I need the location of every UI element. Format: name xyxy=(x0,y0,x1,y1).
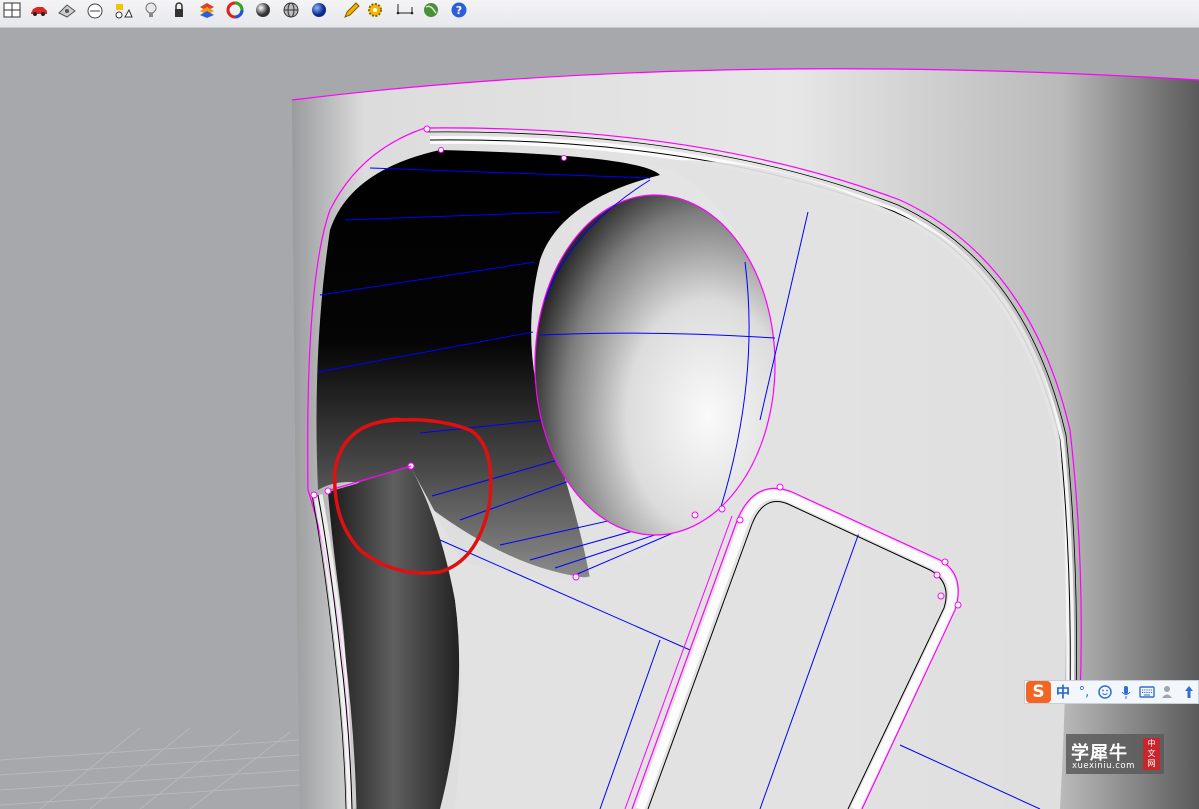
eye-map-icon[interactable] xyxy=(56,0,78,20)
construction-grid xyxy=(0,727,301,809)
earth-globe-icon[interactable] xyxy=(420,0,442,20)
blue-sphere-icon[interactable] xyxy=(308,0,330,20)
layer-stack-icon[interactable] xyxy=(196,0,218,20)
microphone-icon[interactable] xyxy=(1117,681,1135,703)
pencil-icon[interactable] xyxy=(340,0,362,20)
upload-icon[interactable] xyxy=(1180,681,1198,703)
object-shapes-icon[interactable] xyxy=(112,0,134,20)
keyboard-icon[interactable] xyxy=(1138,681,1156,703)
watermark-url: xuexiniu.com xyxy=(1072,761,1135,771)
sogou-logo[interactable]: S xyxy=(1026,681,1051,703)
svg-text:?: ? xyxy=(456,4,462,17)
seal-char: 文 xyxy=(1147,749,1156,758)
ime-toolbar: S 中 °, xyxy=(1024,680,1199,704)
gear-icon[interactable] xyxy=(364,0,386,20)
dimension-icon[interactable] xyxy=(394,0,416,20)
inner-sphere[interactable] xyxy=(535,195,775,535)
pen-lock-icon[interactable] xyxy=(168,0,190,20)
rendered-sphere-icon[interactable] xyxy=(280,0,302,20)
zebra-analysis-icon[interactable] xyxy=(84,0,106,20)
seal-char: 网 xyxy=(1147,759,1156,768)
ime-language-toggle[interactable]: 中 xyxy=(1054,681,1072,703)
car-icon[interactable] xyxy=(28,0,50,20)
user-icon[interactable] xyxy=(1159,681,1177,703)
toolbar: ? xyxy=(0,0,1199,28)
shaded-sphere-icon[interactable] xyxy=(252,0,274,20)
seal-char: 中 xyxy=(1147,739,1156,748)
perspective-viewport[interactable]: S 中 °, 学犀牛 xuexiniu.com 中 文 网 xyxy=(0,28,1199,809)
emoji-icon[interactable] xyxy=(1096,681,1114,703)
model-scene xyxy=(0,68,1199,809)
ime-punctuation-toggle[interactable]: °, xyxy=(1075,681,1093,703)
viewport-layout-icon[interactable] xyxy=(1,0,23,20)
help-icon[interactable]: ? xyxy=(448,0,470,20)
watermark-seal: 中 文 网 xyxy=(1143,738,1160,770)
site-watermark: 学犀牛 xuexiniu.com 中 文 网 xyxy=(1066,734,1164,774)
color-wheel-icon[interactable] xyxy=(224,0,246,20)
light-bulb-icon[interactable] xyxy=(140,0,162,20)
